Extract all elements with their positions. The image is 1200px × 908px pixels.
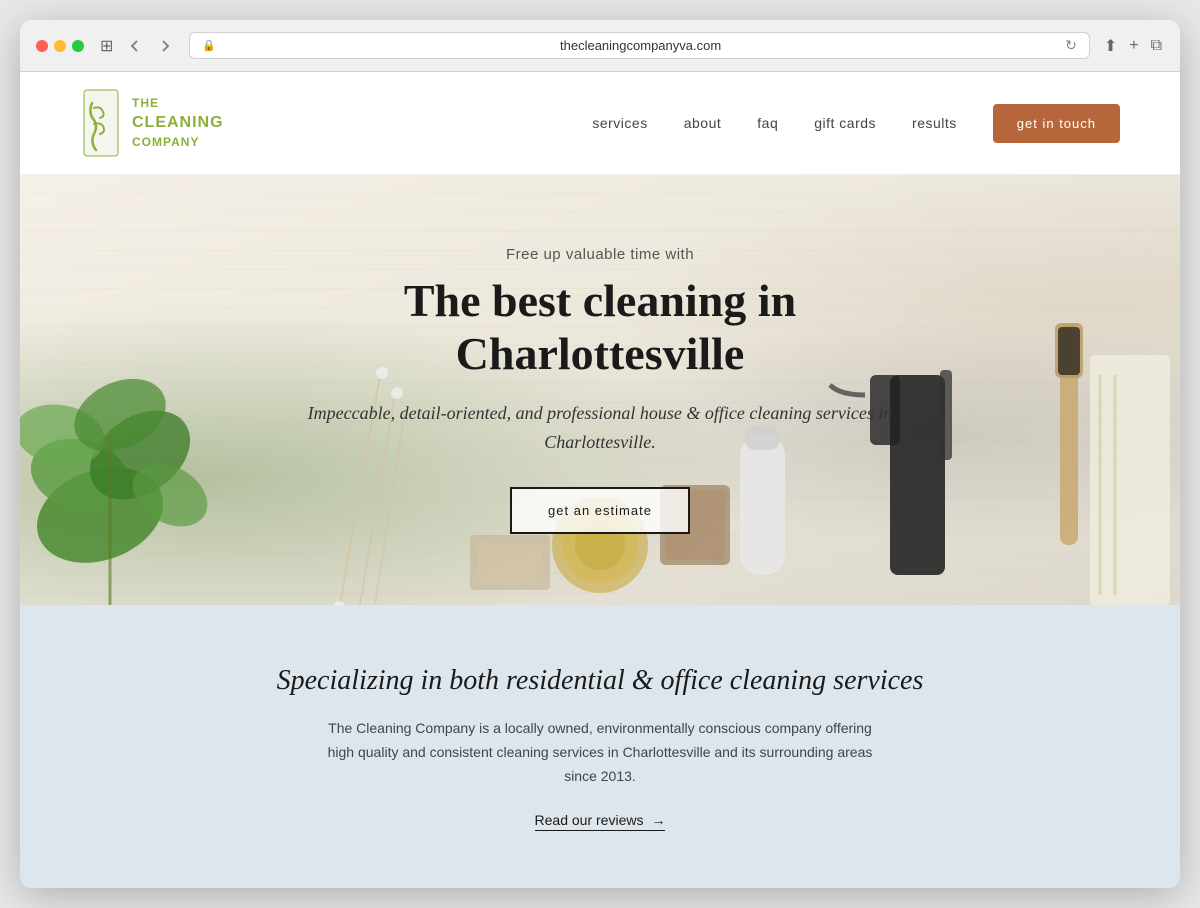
hero-eyebrow: Free up valuable time with: [290, 246, 910, 263]
url-text: thecleaningcompanyva.com: [222, 38, 1059, 53]
address-bar[interactable]: 🔒 thecleaningcompanyva.com ↻: [189, 32, 1089, 59]
reviews-arrow-icon: →: [651, 812, 665, 828]
tabs-button[interactable]: ⧉: [1149, 35, 1164, 57]
back-button[interactable]: [123, 36, 147, 56]
minimize-button[interactable]: [54, 40, 66, 52]
browser-window: ⊞ 🔒 thecleaningcompanyva.com ↻ ⬆ + ⧉: [20, 20, 1180, 888]
nav-services[interactable]: services: [592, 115, 647, 131]
logo-link[interactable]: THE CLEANING COMPANY: [80, 88, 224, 158]
hero-content: Free up valuable time with The best clea…: [270, 226, 930, 553]
hero-title: The best cleaning in Charlottesville: [290, 275, 910, 381]
reviews-link-text: Read our reviews: [535, 812, 644, 828]
about-body: The Cleaning Company is a locally owned,…: [320, 717, 880, 788]
nav-about[interactable]: about: [684, 115, 722, 131]
new-tab-button[interactable]: +: [1127, 35, 1140, 57]
website-content: THE CLEANING COMPANY services about faq …: [20, 72, 1180, 888]
logo-text: THE CLEANING COMPANY: [132, 95, 224, 151]
nav-results[interactable]: results: [912, 115, 957, 131]
share-button[interactable]: ⬆: [1102, 34, 1119, 58]
nav-faq[interactable]: faq: [757, 115, 778, 131]
about-title: Specializing in both residential & offic…: [60, 665, 1140, 697]
main-nav: services about faq gift cards results ge…: [592, 104, 1120, 143]
traffic-lights: [36, 40, 84, 52]
about-section: Specializing in both residential & offic…: [20, 605, 1180, 888]
reviews-link[interactable]: Read our reviews →: [535, 812, 666, 831]
browser-controls: ⊞: [96, 34, 177, 58]
logo-icon: [80, 88, 122, 158]
hero-description: Impeccable, detail-oriented, and profess…: [290, 399, 910, 457]
forward-button[interactable]: [153, 36, 177, 56]
hero-cta-button[interactable]: get an estimate: [510, 487, 690, 534]
nav-cta-button[interactable]: get in touch: [993, 104, 1120, 143]
security-icon: 🔒: [202, 39, 216, 52]
browser-actions: ⬆ + ⧉: [1102, 34, 1164, 58]
sidebar-toggle[interactable]: ⊞: [96, 34, 117, 58]
maximize-button[interactable]: [72, 40, 84, 52]
site-header: THE CLEANING COMPANY services about faq …: [20, 72, 1180, 175]
nav-gift-cards[interactable]: gift cards: [814, 115, 876, 131]
hero-section: Free up valuable time with The best clea…: [20, 175, 1180, 605]
reload-button[interactable]: ↻: [1065, 37, 1077, 54]
browser-chrome: ⊞ 🔒 thecleaningcompanyva.com ↻ ⬆ + ⧉: [20, 20, 1180, 72]
close-button[interactable]: [36, 40, 48, 52]
